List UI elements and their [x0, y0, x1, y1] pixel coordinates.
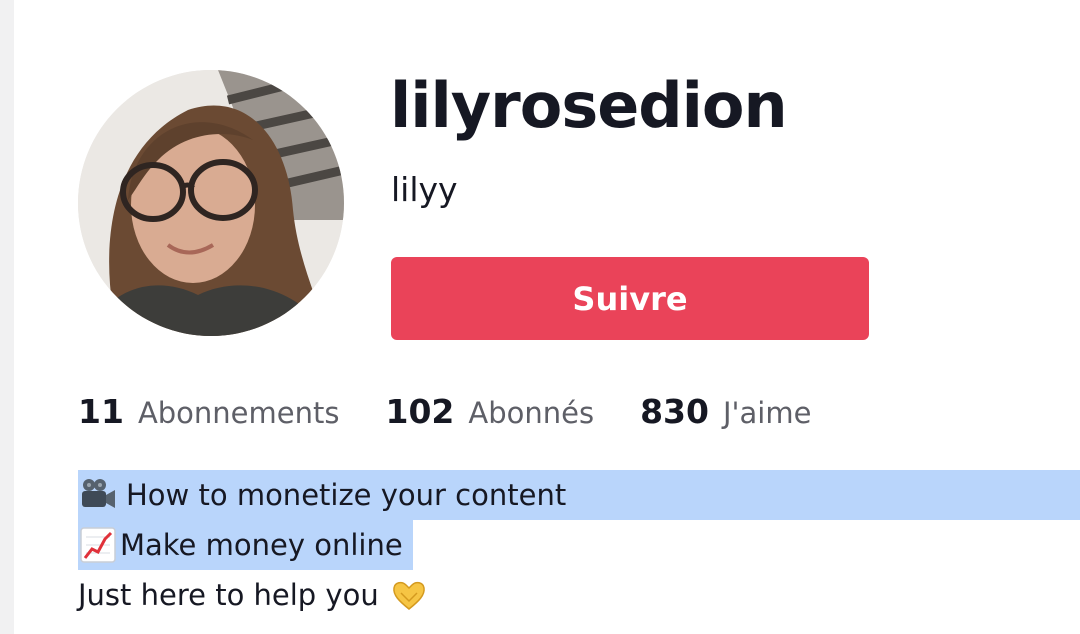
followers-label: Abonnés — [468, 396, 595, 430]
followers-stat[interactable]: 102 Abonnés — [385, 392, 594, 431]
username: lilyrosedion — [390, 69, 788, 142]
bio-line-1: How to monetize your content — [78, 470, 1080, 520]
heart-hands-icon — [389, 575, 429, 615]
likes-count: 830 — [640, 392, 709, 431]
bio-line-3: Just here to help you — [78, 570, 1080, 620]
follow-button[interactable]: Suivre — [391, 257, 869, 340]
chart-increasing-icon — [78, 525, 118, 565]
bio-line-2-selection: Make money online — [78, 520, 413, 570]
profile-page: lilyrosedion lilyy Suivre 11 Abonnements… — [14, 0, 1080, 634]
following-label: Abonnements — [137, 396, 340, 430]
following-count: 11 — [78, 392, 124, 431]
following-stat[interactable]: 11 Abonnements — [78, 392, 339, 431]
avatar[interactable] — [78, 70, 344, 336]
likes-label: J'aime — [722, 396, 812, 430]
bio: How to monetize your content Make money … — [78, 470, 1080, 620]
likes-stat: 830 J'aime — [640, 392, 811, 431]
avatar-image — [78, 70, 344, 336]
bio-text-1: How to monetize your content — [126, 478, 567, 512]
profile-stats: 11 Abonnements 102 Abonnés 830 J'aime — [78, 392, 857, 442]
nickname: lilyy — [391, 170, 458, 209]
bio-text-2: Make money online — [120, 528, 403, 562]
bio-line-2: Make money online — [78, 520, 1080, 570]
followers-count: 102 — [385, 392, 455, 431]
bio-text-3: Just here to help you — [78, 578, 379, 612]
movie-camera-icon — [78, 475, 118, 515]
